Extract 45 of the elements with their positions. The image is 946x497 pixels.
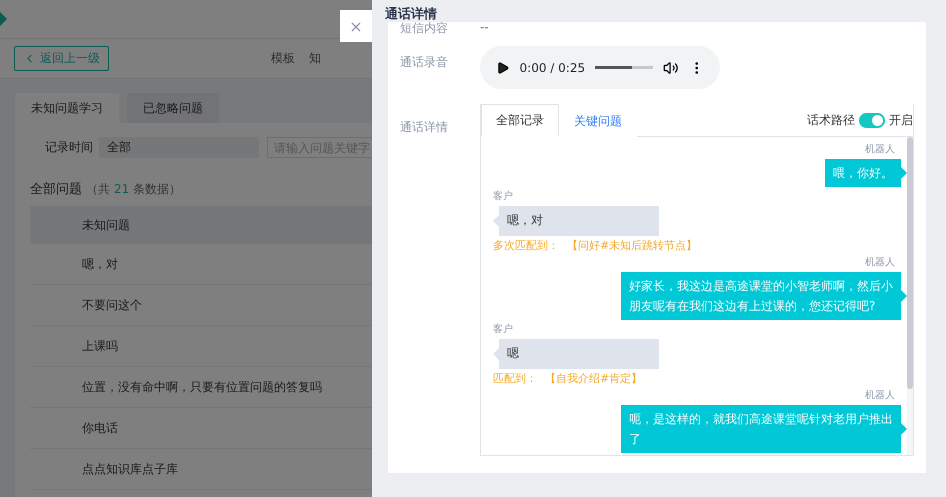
- toggle-state: 开启: [889, 112, 913, 128]
- toggle-label: 话术路径: [807, 112, 855, 128]
- tab[interactable]: 未知问题学习: [15, 93, 119, 123]
- bubble-tail-icon: [493, 348, 499, 360]
- time-select[interactable]: 全部: [99, 137, 259, 158]
- speaker-label: 机器人: [865, 256, 895, 269]
- message-bubble: 嗯，对: [499, 206, 659, 236]
- table-header: 未知问题: [30, 206, 372, 244]
- toggle-switch[interactable]: [859, 112, 885, 128]
- matched-node-label: 【问好#未知后跳转节点】: [567, 239, 698, 253]
- scrollbar-track[interactable]: [907, 137, 913, 455]
- bubble-tail-icon: [493, 215, 499, 227]
- field-label: 通话录音: [400, 54, 449, 71]
- tab[interactable]: 已忽略问题: [127, 93, 219, 123]
- bubble-tail-icon: [901, 290, 907, 302]
- scrollbar-thumb[interactable]: [907, 137, 913, 389]
- message-bubble: 呃，是这样的，就我们高途课堂呢针对老用户推出了: [621, 405, 901, 453]
- speaker-label: 机器人: [865, 143, 895, 156]
- back-button[interactable]: 返回上一级: [14, 46, 109, 71]
- toolbar-link[interactable]: 知: [309, 50, 321, 67]
- bubble-tail-icon: [901, 167, 907, 179]
- match-label: 匹配到：: [493, 372, 537, 386]
- audio-progress-track[interactable]: [595, 66, 654, 69]
- field-value: --: [480, 22, 489, 34]
- tab[interactable]: 全部记录: [481, 104, 559, 137]
- speaker-label: 客户: [493, 323, 513, 336]
- field-label: 通话详情: [400, 119, 449, 136]
- matched-node-label: 【自我介绍#肯定】: [545, 372, 642, 386]
- speaker-label: 机器人: [865, 389, 895, 402]
- bubble-tail-icon: [901, 423, 907, 435]
- play-icon[interactable]: [496, 60, 510, 74]
- summary-text: 全部问题 （共 21 条数据）: [29, 181, 182, 199]
- drawer-title: 通话详情: [384, 6, 438, 22]
- match-label: 多次匹配到：: [493, 239, 559, 253]
- toolbar-link[interactable]: 模板: [271, 50, 295, 67]
- field-label: 短信内容: [400, 22, 449, 37]
- volume-icon[interactable]: [663, 60, 679, 76]
- filter-label: 记录时间: [45, 139, 93, 156]
- audio-time: 0:00 / 0:25: [520, 60, 586, 74]
- message-bubble: 喂，你好。: [825, 159, 901, 187]
- message-bubble: 好家长，我这边是高途课堂的小智老师啊，然后小朋友呢有在我们这边有上过课的，您还记得吧?: [621, 272, 901, 320]
- close-button[interactable]: ×: [340, 10, 372, 42]
- message-bubble: 嗯: [499, 339, 659, 369]
- audio-player[interactable]: 0:00 / 0:25: [480, 46, 720, 89]
- speaker-label: 客户: [493, 190, 513, 203]
